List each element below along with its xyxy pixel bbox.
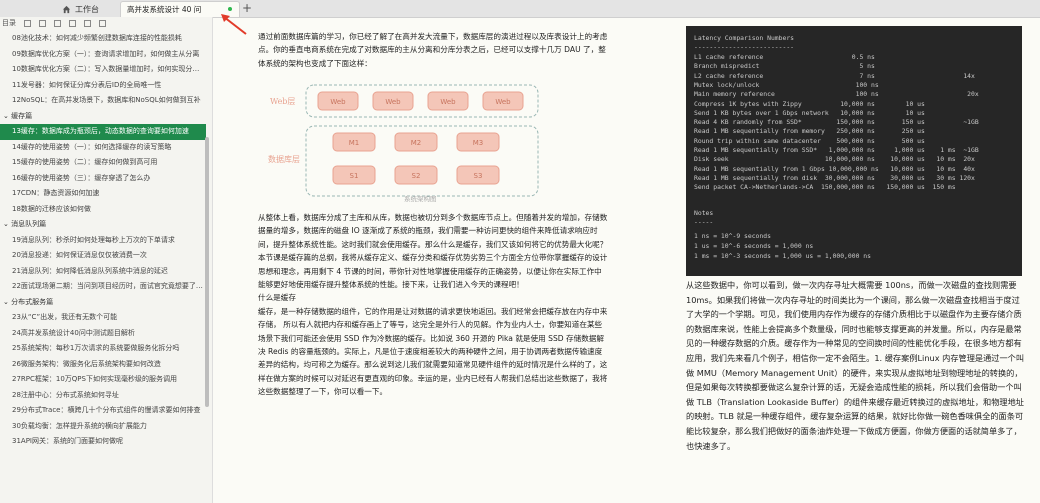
- section-subhead: 什么是缓存: [258, 293, 296, 303]
- sidebar-item[interactable]: 16缓存的使用姿势（三）：缓存穿透了怎么办: [0, 171, 206, 187]
- latency-row: Send 1 KB bytes over 1 Gbps network 10,0…: [694, 108, 925, 117]
- latency-row: Read 1 MB sequentially from SSD* 1,000,0…: [694, 146, 979, 154]
- latency-row: L2 cache reference 7 ns 14x: [694, 71, 975, 80]
- sidebar-section-header[interactable]: ⌄ 分布式服务篇: [0, 295, 206, 311]
- notes-row: 1 ms = 10^-3 seconds = 1,000 us = 1,000,…: [694, 252, 871, 260]
- toolbar-icon-2[interactable]: [39, 19, 46, 27]
- latency-row: Read 4 KB randomly from SSD* 150,000 ns …: [694, 118, 979, 127]
- web-node-label: Web: [330, 98, 346, 106]
- latency-divider: --------------------------: [694, 43, 795, 51]
- sidebar-item[interactable]: 11发号器：如何保证分库分表后ID的全局唯一性: [0, 78, 206, 94]
- sidebar-item[interactable]: 17CDN：静态资源如何加速: [0, 186, 206, 202]
- sidebar-scrollbar[interactable]: [205, 137, 209, 407]
- db-layer-label: 数据库层: [268, 154, 300, 164]
- diagram-caption: 系统架构图: [404, 195, 437, 203]
- latency-row: Round trip within same datacenter 500,00…: [694, 136, 925, 145]
- web-node-label: Web: [440, 98, 456, 106]
- sidebar-header-label: 目录: [2, 19, 16, 27]
- collapse-marker-icon: ⌄: [3, 220, 12, 228]
- toolbar-icon-4[interactable]: [69, 19, 76, 27]
- sidebar-item[interactable]: 18数据的迁移应该如何做: [0, 202, 206, 218]
- article-body: 从整体上看，数据库分成了主库和从库，数据也被切分到多个数据库节点上。但随着并发的…: [258, 211, 608, 399]
- sidebar-item[interactable]: 19消息队列：秒杀时如何处理每秒上万次的下单请求: [0, 233, 206, 249]
- sidebar-item[interactable]: 12NoSQL：在高并发场景下，数据库和NoSQL如何做到互补: [0, 93, 206, 109]
- notes-row: 1 us = 10^-6 seconds = 1,000 ns: [694, 242, 814, 250]
- home-icon: [62, 5, 71, 13]
- sidebar-item[interactable]: 30负载均衡：怎样提升系统的横向扩展能力: [0, 419, 206, 435]
- sidebar-item[interactable]: 15缓存的使用姿势（二）：缓存如何做到高可用: [0, 155, 206, 171]
- sidebar-item[interactable]: 23从“C”出发，我还有无数个可能: [0, 310, 206, 326]
- tab-home-label: 工作台: [75, 4, 99, 14]
- master-node-label: M3: [473, 139, 484, 147]
- section-label: 分布式服务篇: [11, 297, 54, 306]
- sidebar-item[interactable]: 27RPC框架：10万QPS下如何实现毫秒级的服务调用: [0, 372, 206, 388]
- latency-code-block: Latency Comparison Numbers -------------…: [686, 26, 1022, 276]
- notes-divider: -----: [694, 218, 714, 226]
- slave-node-label: S2: [412, 172, 421, 180]
- latency-row: Send packet CA->Netherlands->CA 150,000,…: [694, 183, 956, 192]
- sidebar-section-header[interactable]: ⌄ 消息队列篇: [0, 217, 206, 233]
- latency-row: Disk seek 10,000,000 ns 10,000 us 10 ms …: [694, 155, 975, 164]
- section-label: 缓存篇: [11, 111, 33, 120]
- latency-row: Read 1 MB sequentially from 1 Gbps 10,00…: [694, 164, 975, 173]
- sidebar-item[interactable]: 31API网关：系统的门面要如何做呢: [0, 434, 206, 450]
- section-label: 消息队列篇: [11, 220, 47, 228]
- intro-paragraph: 通过前面数据库篇的学习，你已经了解了在高并发大流量下，数据库层的演进过程以及库表…: [258, 32, 608, 68]
- notes-row: 1 ns = 10^-9 seconds: [694, 232, 771, 240]
- sidebar-item[interactable]: 29分布式Trace：横跨几十个分布式组件的慢请求要如何排查: [0, 403, 206, 419]
- architecture-diagram: Web层 Web Web Web Web 数据库层 M1 M2 M3 S1 S2 S3: [268, 84, 539, 197]
- web-node-label: Web: [495, 98, 511, 106]
- sidebar-item[interactable]: 10数据库优化方案（二）：写入数据量增加时，如何实现分库分表: [0, 62, 206, 78]
- latency-row: L1 cache reference 0.5 ns: [694, 53, 875, 61]
- latency-row: Read 1 MB sequentially from memory 250,0…: [694, 127, 925, 136]
- sidebar-item[interactable]: 13缓存：数据库成为瓶颈后，动态数据的查询要如何加速: [0, 124, 206, 140]
- tab-home[interactable]: 工作台: [62, 2, 99, 16]
- right-text: 从这些数据中，你可以看到，做一次内存寻址大概需要 100ns，而做一次磁盘的查找…: [686, 280, 1025, 451]
- master-node-label: M2: [411, 139, 422, 147]
- slave-node-label: S3: [474, 172, 483, 180]
- unsaved-dot-icon: [228, 7, 232, 11]
- sidebar-section-header[interactable]: ⌄ 缓存篇: [0, 109, 206, 125]
- sidebar-item[interactable]: 25系统架构：每秒1万次请求的系统要做服务化拆分吗: [0, 341, 206, 357]
- sidebar-item[interactable]: 26微服务架构：微服务化后系统架构要如何改造: [0, 357, 206, 373]
- master-node-label: M1: [349, 139, 360, 147]
- sidebar: 目录 08池化技术：如何减少频繁创建数据库连接的性能损耗 09数据库优化方案（一）…: [0, 17, 213, 503]
- web-node-label: Web: [385, 98, 401, 106]
- latency-row: Read 1 MB sequentially from disk 30,000,…: [694, 173, 975, 182]
- sidebar-header: 目录: [0, 17, 212, 29]
- web-layer-label: Web层: [270, 97, 295, 106]
- latency-row: Compress 1K bytes with Zippy 10,000 ns 1…: [694, 99, 925, 108]
- toolbar-icon-3[interactable]: [54, 19, 61, 27]
- sidebar-item[interactable]: 20消息投递：如何保证消息仅仅被消费一次: [0, 248, 206, 264]
- sidebar-item[interactable]: 22面试现场第二期：当问到项目经历时，面试官究竟想要了解什么: [0, 279, 206, 295]
- right-paragraph: 从这些数据中，你可以看到，做一次内存寻址大概需要 100ns，而做一次磁盘的查找…: [686, 278, 1024, 453]
- collapse-marker-icon: ⌄: [3, 297, 12, 306]
- sidebar-item[interactable]: 24高并发系统设计40问中测试题目解析: [0, 326, 206, 342]
- slave-node-label: S1: [350, 172, 359, 180]
- body-paragraph-2: 缓存，是一种存储数据的组件，它的作用是让对数据的请求更快地返回。我们经常会把缓存…: [258, 306, 608, 397]
- tab-bar: 工作台 高并发系统设计 40 问 +: [0, 0, 1040, 18]
- sidebar-list: 08池化技术：如何减少频繁创建数据库连接的性能损耗 09数据库优化方案（一）：查询…: [0, 31, 206, 450]
- sidebar-item[interactable]: 28注册中心：分布式系统如何寻址: [0, 388, 206, 404]
- toolbar-icon-5[interactable]: [84, 19, 91, 27]
- collapse-marker-icon: ⌄: [3, 111, 12, 120]
- article-intro: 通过前面数据库篇的学习，你已经了解了在高并发大流量下，数据库层的演进过程以及库表…: [258, 30, 608, 70]
- toolbar-icon-6[interactable]: [99, 19, 106, 27]
- latency-title: Latency Comparison Numbers: [694, 34, 795, 42]
- notes-title: Notes: [694, 209, 714, 217]
- sidebar-item[interactable]: 08池化技术：如何减少频繁创建数据库连接的性能损耗: [0, 31, 206, 47]
- toolbar-icon-1[interactable]: [24, 19, 31, 27]
- tab-active-label: 高并发系统设计 40 问: [127, 5, 202, 14]
- sidebar-item[interactable]: 14缓存的使用姿势（一）：如何选择缓存的读写策略: [0, 140, 206, 156]
- latency-row: Branch mispredict 5 ns: [694, 62, 875, 71]
- sidebar-item[interactable]: 09数据库优化方案（一）：查询请求增加时，如何做主从分离: [0, 47, 206, 63]
- sidebar-item[interactable]: 21消息队列：如何降低消息队列系统中消息的延迟: [0, 264, 206, 280]
- annotation-arrow-icon: [221, 14, 247, 35]
- latency-row: Mutex lock/unlock 100 ns: [694, 80, 879, 89]
- body-paragraph: 从整体上看，数据库分成了主库和从库，数据也被切分到多个数据库节点上。但随着并发的…: [258, 213, 608, 290]
- latency-row: Main memory reference 100 ns 20x: [694, 90, 979, 99]
